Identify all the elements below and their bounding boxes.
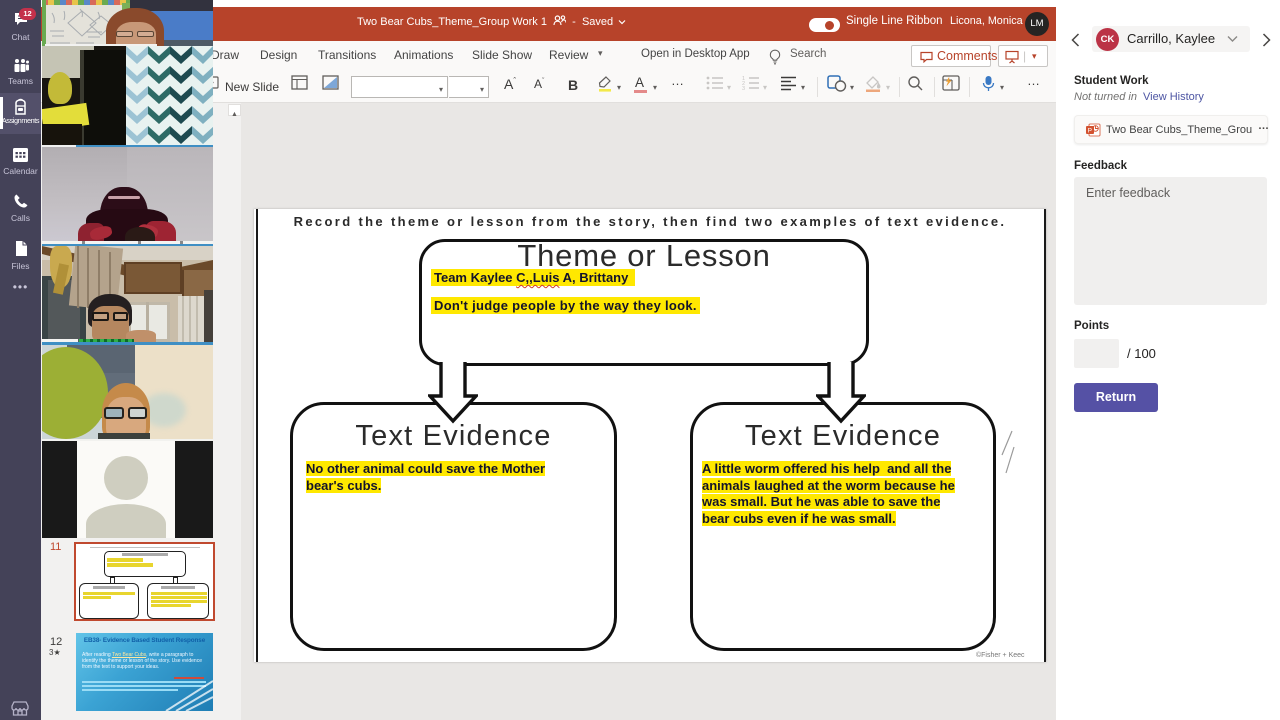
svg-text:3: 3	[742, 86, 745, 91]
svg-text:P: P	[1088, 127, 1092, 134]
